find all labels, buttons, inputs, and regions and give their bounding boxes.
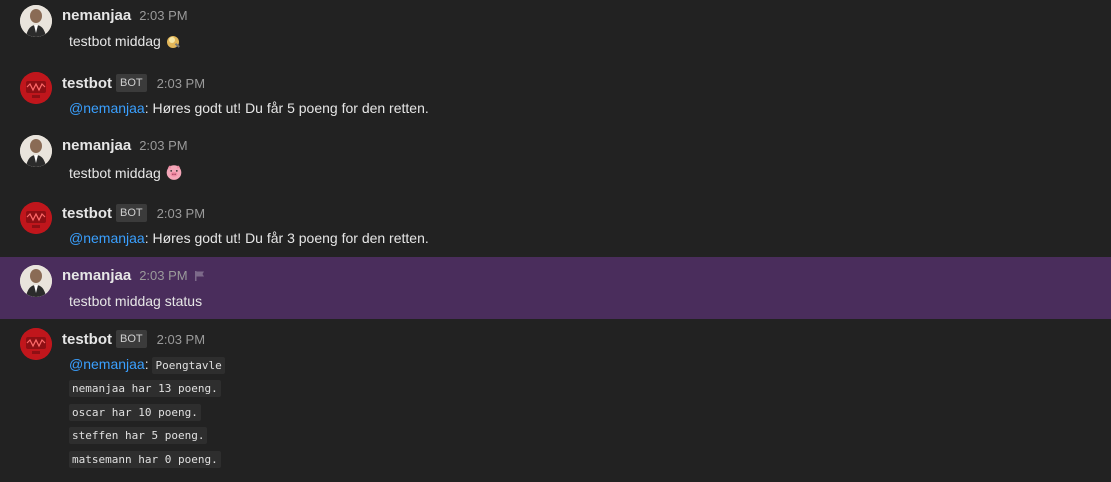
timestamp: 2:03 PM bbox=[156, 331, 206, 347]
author-name[interactable]: testbot bbox=[62, 331, 112, 348]
bot-avatar[interactable] bbox=[20, 202, 52, 234]
bot-badge: BOT bbox=[116, 204, 147, 222]
author-name[interactable]: nemanjaa bbox=[62, 7, 131, 24]
author-name[interactable]: testbot bbox=[62, 75, 112, 92]
bot-avatar[interactable] bbox=[20, 328, 52, 360]
message-highlighted[interactable]: nemanjaa 2:03 PM testbot middag status bbox=[0, 257, 1111, 319]
author-name[interactable]: testbot bbox=[62, 205, 112, 222]
user-mention[interactable]: @nemanjaa bbox=[69, 100, 145, 116]
user-mention[interactable]: @nemanjaa bbox=[69, 230, 145, 246]
bot-avatar[interactable] bbox=[20, 72, 52, 104]
bot-badge: BOT bbox=[116, 330, 147, 348]
author-name[interactable]: nemanjaa bbox=[62, 137, 131, 154]
author-name[interactable]: nemanjaa bbox=[62, 267, 131, 284]
message-text: testbot middag status bbox=[69, 293, 203, 309]
code-line: steffen har 5 poeng. bbox=[69, 426, 208, 444]
user-avatar[interactable] bbox=[20, 5, 52, 37]
user-mention[interactable]: @nemanjaa bbox=[69, 356, 145, 372]
message-text: @nemanjaa: Høres godt ut! Du får 3 poeng… bbox=[69, 230, 429, 246]
code-line: matsemann har 0 poeng. bbox=[69, 450, 221, 468]
pig-face-emoji-icon bbox=[166, 165, 182, 180]
pancake-emoji-icon bbox=[166, 36, 180, 48]
timestamp: 2:03 PM bbox=[139, 268, 188, 283]
message: testbot BOT 2:03 PM @nemanjaa: Høres god… bbox=[0, 66, 1111, 130]
message-text: testbot middag bbox=[69, 33, 181, 49]
timestamp: 2:03 PM bbox=[139, 138, 188, 153]
timestamp: 2:03 PM bbox=[156, 205, 206, 221]
message: nemanjaa 2:03 PM testbot middag bbox=[0, 130, 1111, 194]
code-line: oscar har 10 poeng. bbox=[69, 403, 201, 421]
code-snippet: Poengtavle bbox=[152, 357, 225, 374]
message: testbot BOT 2:03 PM @nemanjaa: Høres god… bbox=[0, 196, 1111, 256]
user-avatar[interactable] bbox=[20, 265, 52, 297]
bot-badge: BOT bbox=[116, 74, 147, 92]
message-text: @nemanjaa: Høres godt ut! Du får 5 poeng… bbox=[69, 100, 429, 116]
user-avatar[interactable] bbox=[20, 135, 52, 167]
flag-icon[interactable] bbox=[194, 270, 206, 282]
timestamp: 2:03 PM bbox=[156, 75, 206, 91]
timestamp: 2:03 PM bbox=[139, 8, 188, 23]
message: nemanjaa 2:03 PM testbot middag bbox=[0, 0, 1111, 64]
message-text: @nemanjaa: Poengtavle bbox=[69, 356, 225, 374]
message: testbot BOT 2:03 PM @nemanjaa: Poengtavl… bbox=[0, 322, 1111, 482]
message-text: testbot middag bbox=[69, 163, 183, 181]
code-line: nemanjaa har 13 poeng. bbox=[69, 379, 221, 397]
